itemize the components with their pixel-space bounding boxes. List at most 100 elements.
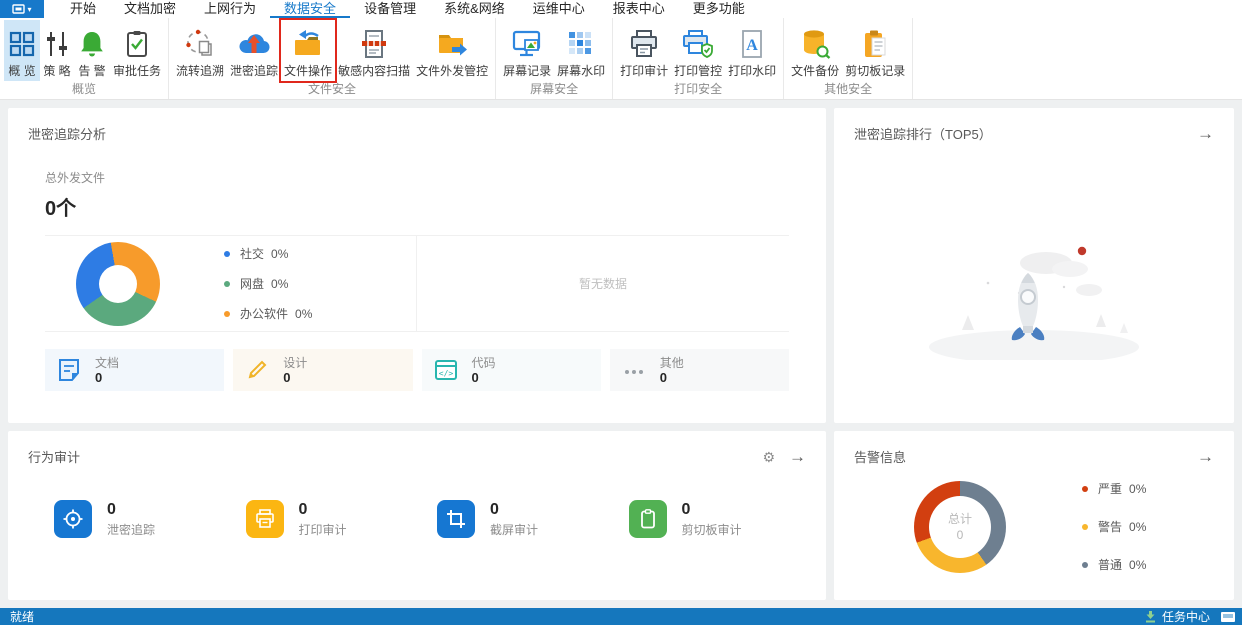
legend-item: 社交 0% (224, 245, 312, 262)
tab-system-network[interactable]: 系统&网络 (430, 0, 519, 18)
leak-trace-icon (237, 23, 271, 64)
tab-doc-encrypt[interactable]: 文档加密 (110, 0, 190, 18)
ribbon-item-file-backup[interactable]: 文件备份 (788, 20, 842, 81)
ribbon-item-print-watermark[interactable]: A 打印水印 (725, 20, 779, 81)
ribbon-item-file-operation[interactable]: 文件操作 (281, 20, 335, 81)
flow-trace-icon (185, 23, 215, 64)
donut-center: 总计 0 (929, 495, 991, 558)
app-logo-button[interactable]: ▾ (0, 0, 44, 18)
ribbon-item-print-audit[interactable]: 打印审计 (617, 20, 671, 81)
ribbon-item-label: 审批任务 (113, 64, 162, 78)
tab-ops-center[interactable]: 运维中心 (519, 0, 599, 18)
tab-start[interactable]: 开始 (56, 0, 110, 18)
stat-clipboard-audit[interactable]: 0 剪切板审计 (628, 500, 801, 538)
status-text: 就绪 (10, 610, 35, 624)
ribbon-item-print-control[interactable]: 打印管控 (671, 20, 725, 81)
card-document[interactable]: 文档 0 (45, 349, 225, 391)
ribbon-item-screen-watermark[interactable]: 屏幕水印 (554, 20, 608, 81)
task-center-button[interactable]: 任务中心 (1145, 608, 1236, 625)
download-icon (1145, 610, 1155, 622)
legend-item: 办公软件 0% (224, 305, 312, 322)
ribbon-group-caption: 概览 (72, 82, 97, 96)
panel-alert-info: 告警信息 → 总计 0 严重 0% 警告 0% 普通 0% (834, 431, 1234, 600)
arrow-right-icon[interactable]: → (1197, 448, 1214, 465)
document-icon (59, 359, 79, 381)
ribbon-group-caption: 其他安全 (824, 82, 873, 96)
behavior-audit-items: 0 泄密追踪 0 打印审计 0 截屏审计 0 剪切板审计 (8, 500, 826, 538)
stat-screenshot-audit[interactable]: 0 截屏审计 (437, 500, 609, 538)
card-other[interactable]: 其他 0 (609, 349, 789, 391)
ribbon-item-label: 敏感内容扫描 (338, 64, 411, 78)
design-pencil-icon (248, 360, 267, 379)
legend-dot (1082, 485, 1088, 492)
ribbon-item-label: 打印审计 (620, 64, 669, 78)
tab-bar: ▾ 开始 文档加密 上网行为 数据安全 设备管理 系统&网络 运维中心 报表中心… (0, 0, 1242, 18)
file-operation-icon (291, 23, 325, 64)
ribbon-item-label: 策 略 (43, 64, 71, 78)
ribbon-item-file-outgoing[interactable]: 文件外发管控 (413, 20, 491, 81)
tab-data-security[interactable]: 数据安全 (270, 0, 351, 18)
ribbon-item-clipboard-record[interactable]: 剪切板记录 (842, 20, 908, 81)
tab-device-mgmt[interactable]: 设备管理 (350, 0, 430, 18)
clipboard-badge-icon (628, 500, 667, 538)
screen-record-icon (511, 23, 543, 64)
ribbon-item-policy[interactable]: 策 略 (40, 20, 74, 81)
monitor-tray-icon[interactable] (1220, 611, 1236, 623)
ribbon-item-label: 打印水印 (728, 64, 777, 78)
tab-report-center[interactable]: 报表中心 (599, 0, 679, 18)
arrow-right-icon[interactable]: → (1197, 125, 1214, 142)
print-audit-badge-icon (245, 500, 284, 538)
alert-donut-chart: 总计 0 (914, 480, 1006, 573)
approval-tasks-icon (123, 23, 151, 64)
ribbon-item-label: 文件备份 (791, 64, 840, 78)
panel-behavior-audit: 行为审计 ⚙ → 0 泄密追踪 0 打印审计 0 截屏审计 0 剪切板审计 (8, 431, 826, 600)
ribbon-item-label: 剪切板记录 (845, 64, 906, 78)
legend-item: 普通 0% (1082, 556, 1146, 573)
ribbon-item-label: 文件外发管控 (416, 64, 489, 78)
ribbon-item-label: 打印管控 (674, 64, 723, 78)
stat-print-audit[interactable]: 0 打印审计 (245, 500, 418, 538)
ribbon-item-approval-tasks[interactable]: 审批任务 (110, 20, 164, 81)
alert-bell-icon (77, 23, 107, 64)
ribbon-item-label: 概 览 (8, 64, 36, 78)
tab-web-behavior[interactable]: 上网行为 (190, 0, 270, 18)
print-control-icon (681, 23, 715, 64)
ribbon-item-alerts[interactable]: 告 警 (74, 20, 110, 81)
code-icon: </> (434, 360, 457, 380)
app-logo-icon (12, 3, 26, 14)
card-design[interactable]: 设计 0 (233, 349, 413, 391)
legend-dot (224, 280, 230, 287)
panel-title: 告警信息 (854, 450, 907, 465)
tab-more[interactable]: 更多功能 (679, 0, 759, 18)
ribbon-item-label: 屏幕记录 (503, 64, 552, 78)
legend-item: 警告 0% (1082, 518, 1146, 535)
ribbon-item-sensitive-scan[interactable]: 敏感内容扫描 (335, 20, 413, 81)
ribbon-item-screen-record[interactable]: 屏幕记录 (500, 20, 554, 81)
ribbon-item-label: 屏幕水印 (557, 64, 606, 78)
legend-item: 网盘 0% (224, 275, 312, 292)
alert-chart-legend: 严重 0% 警告 0% 普通 0% (1082, 480, 1146, 573)
ribbon-item-flow-trace[interactable]: 流转追溯 (173, 20, 227, 81)
ribbon-group-caption: 打印安全 (674, 82, 723, 96)
panel-leak-analysis: 泄密追踪分析 总外发文件 0个 社交 0% 网盘 0% 办公软件 0% 暂无数据 文档… (8, 108, 826, 423)
gear-icon[interactable]: ⚙ (762, 450, 775, 464)
tab-strip: 开始 文档加密 上网行为 数据安全 设备管理 系统&网络 运维中心 报表中心 更… (56, 0, 759, 18)
svg-text:</>: </> (438, 369, 453, 378)
donut-hole (99, 264, 137, 303)
ribbon-item-label: 泄密追踪 (230, 64, 279, 78)
ribbon-group-other-security: 文件备份 剪切板记录 其他安全 (784, 18, 914, 99)
legend-item: 严重 0% (1082, 480, 1146, 497)
more-dots-icon (624, 370, 643, 374)
empty-state-illustration (834, 235, 1234, 360)
stat-leak-trace[interactable]: 0 泄密追踪 (54, 500, 226, 538)
legend-dot (224, 310, 230, 317)
leak-donut-chart (76, 241, 160, 326)
card-code[interactable]: </> 代码 0 (421, 349, 601, 391)
ribbon-item-overview[interactable]: 概 览 (4, 20, 40, 81)
ribbon-item-leak-trace[interactable]: 泄密追踪 (227, 20, 281, 81)
caret-down-icon: ▾ (27, 4, 32, 14)
screen-watermark-icon (566, 23, 596, 64)
crop-icon (437, 500, 475, 538)
arrow-right-icon[interactable]: → (789, 448, 806, 465)
svg-text:A: A (746, 37, 758, 54)
